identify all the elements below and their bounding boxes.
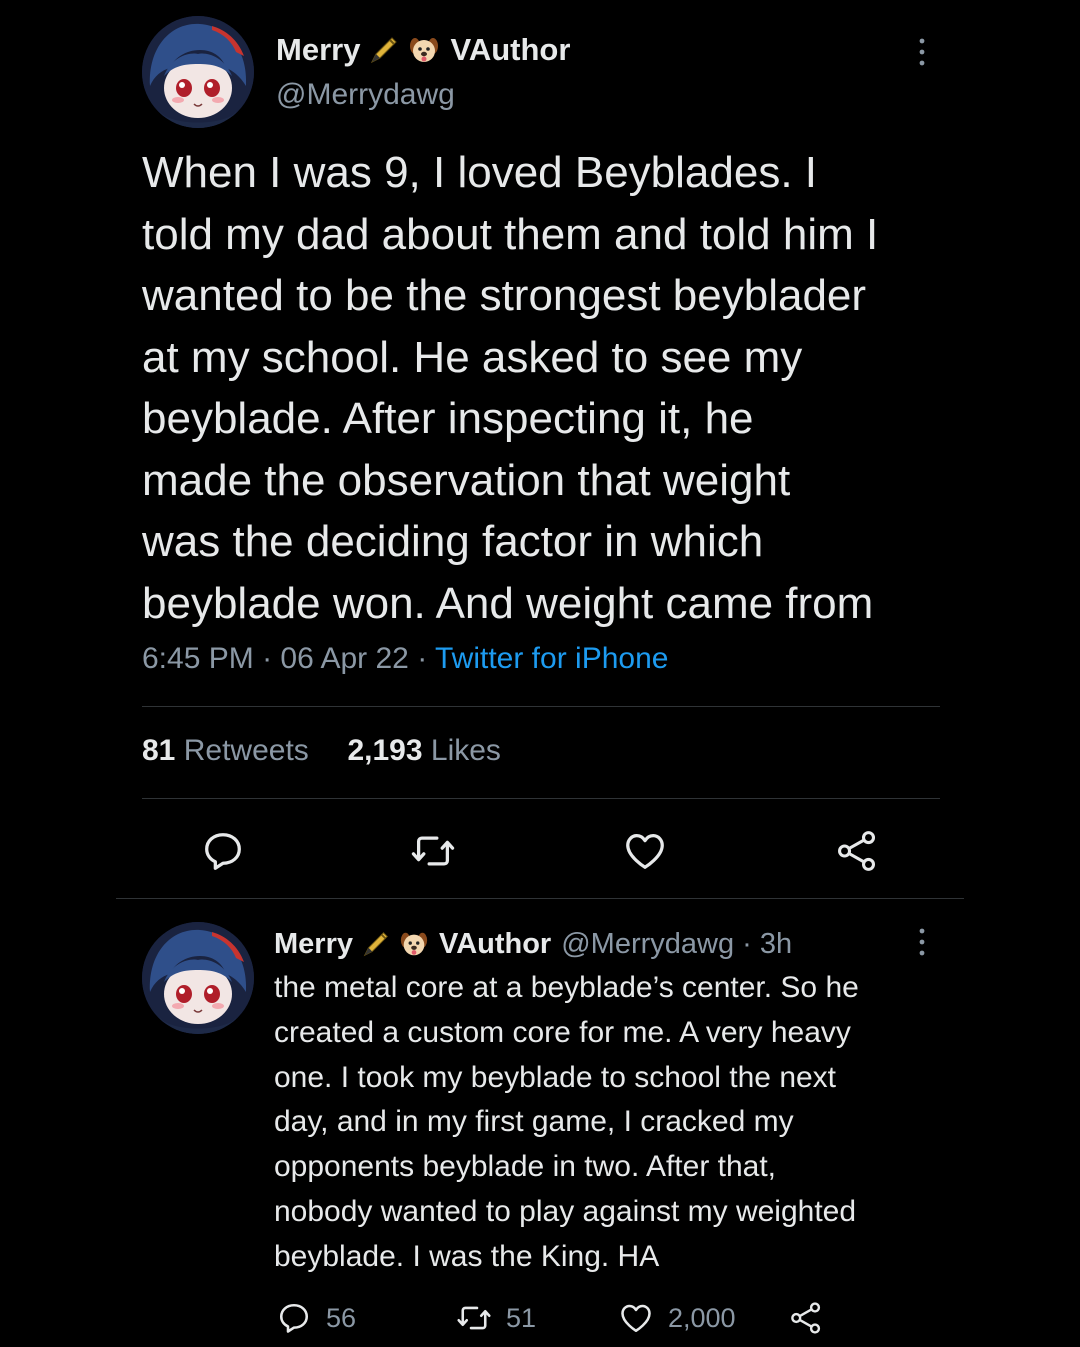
likes-count: 2,193: [347, 734, 423, 767]
pen-icon: [368, 34, 400, 66]
likes-stat[interactable]: 2,193 Likes: [347, 734, 500, 767]
author-name-suffix[interactable]: VAuthor: [450, 32, 570, 68]
reply-text-line: nobody wanted to play against my weighte…: [274, 1194, 857, 1228]
reply-icon[interactable]: [200, 828, 246, 874]
like-icon: [618, 1300, 654, 1336]
reply-text-line: the metal core at a beyblade’s center. S…: [274, 971, 859, 1004]
reply-retweets-count: 51: [506, 1302, 537, 1333]
reply-likes-count: 2,000: [668, 1302, 736, 1333]
pen-icon: [361, 929, 391, 959]
retweets-count: 81: [142, 734, 176, 767]
reply-action-bar: 56 51 2,000: [0, 1298, 1080, 1338]
reply-text-line: opponents beyblade in two. After that,: [274, 1150, 777, 1184]
tweet-text-line: made the observation that weight: [142, 455, 791, 505]
reply-icon: [276, 1300, 312, 1336]
tweet-date[interactable]: 06 Apr 22: [280, 642, 408, 675]
tweet-text-line: was the deciding factor in which: [142, 517, 764, 566]
more-dots-icon[interactable]: [912, 32, 932, 72]
divider: [116, 898, 964, 899]
dog-face-icon: [399, 929, 429, 959]
divider: [142, 798, 940, 799]
tweet-text: When I was 9, I loved Beyblades. I told …: [142, 142, 962, 634]
share-icon[interactable]: [834, 828, 880, 874]
reply-header: Merry VAuthor @Merrydawg · 3h: [274, 922, 792, 966]
reply-handle-time[interactable]: @Merrydawg · 3h: [561, 928, 792, 961]
author-avatar[interactable]: [142, 16, 254, 128]
reply-text: the metal core at a beyblade’s center. S…: [274, 966, 954, 1280]
retweets-label: Retweets: [183, 734, 309, 767]
tweet-stats: 81 Retweets 2,193 Likes: [142, 734, 501, 768]
divider: [142, 706, 940, 707]
reply-reply-button[interactable]: 56: [276, 1298, 356, 1338]
tweet-text-line: beyblade won. And weight came from: [142, 578, 874, 628]
reply-author-name-suffix[interactable]: VAuthor: [439, 928, 551, 961]
reply-author-avatar[interactable]: [142, 922, 254, 1034]
tweet-text-line: at my school. He asked to see my: [142, 332, 803, 382]
author-name-row[interactable]: Merry VAuthor: [276, 28, 570, 72]
tweet-text-line: told my dad about them and told him I: [142, 209, 879, 259]
tweet-meta: 6:45 PM · 06 Apr 22 · Twitter for iPhone: [142, 642, 668, 676]
like-icon[interactable]: [622, 828, 668, 874]
reply-replies-count: 56: [326, 1302, 357, 1333]
author-name[interactable]: Merry: [276, 32, 360, 68]
reply-text-line: day, and in my first game, I cracked my: [274, 1105, 794, 1139]
tweet-source-link[interactable]: Twitter for iPhone: [435, 642, 668, 675]
meta-separator: ·: [262, 642, 273, 675]
reply-author-name[interactable]: Merry: [274, 928, 353, 961]
reply-text-line: created a custom core for me. A very hea…: [274, 1015, 851, 1049]
reply-retweet-button[interactable]: 51: [456, 1298, 536, 1338]
reply-share-button[interactable]: [788, 1298, 824, 1338]
reply-text-line: beyblade. I was the King. HA: [274, 1239, 660, 1273]
meta-separator: ·: [417, 642, 428, 675]
tweet-text-line: When I was 9, I loved Beyblades. I: [142, 148, 818, 197]
likes-label: Likes: [430, 734, 501, 767]
author-handle[interactable]: @Merrydawg: [276, 78, 455, 112]
dog-face-icon: [408, 34, 440, 66]
retweets-stat[interactable]: 81 Retweets: [142, 734, 309, 767]
tweet-text-line: wanted to be the strongest beyblader: [142, 271, 867, 320]
reply-like-button[interactable]: 2,000: [618, 1298, 736, 1338]
share-icon: [788, 1300, 824, 1336]
more-dots-icon[interactable]: [912, 922, 932, 962]
tweet-time[interactable]: 6:45 PM: [142, 642, 254, 675]
tweet-text-line: beyblade. After inspecting it, he: [142, 394, 754, 443]
retweet-icon: [456, 1300, 492, 1336]
retweet-icon[interactable]: [410, 828, 456, 874]
reply-text-line: one. I took my beyblade to school the ne…: [274, 1060, 837, 1094]
